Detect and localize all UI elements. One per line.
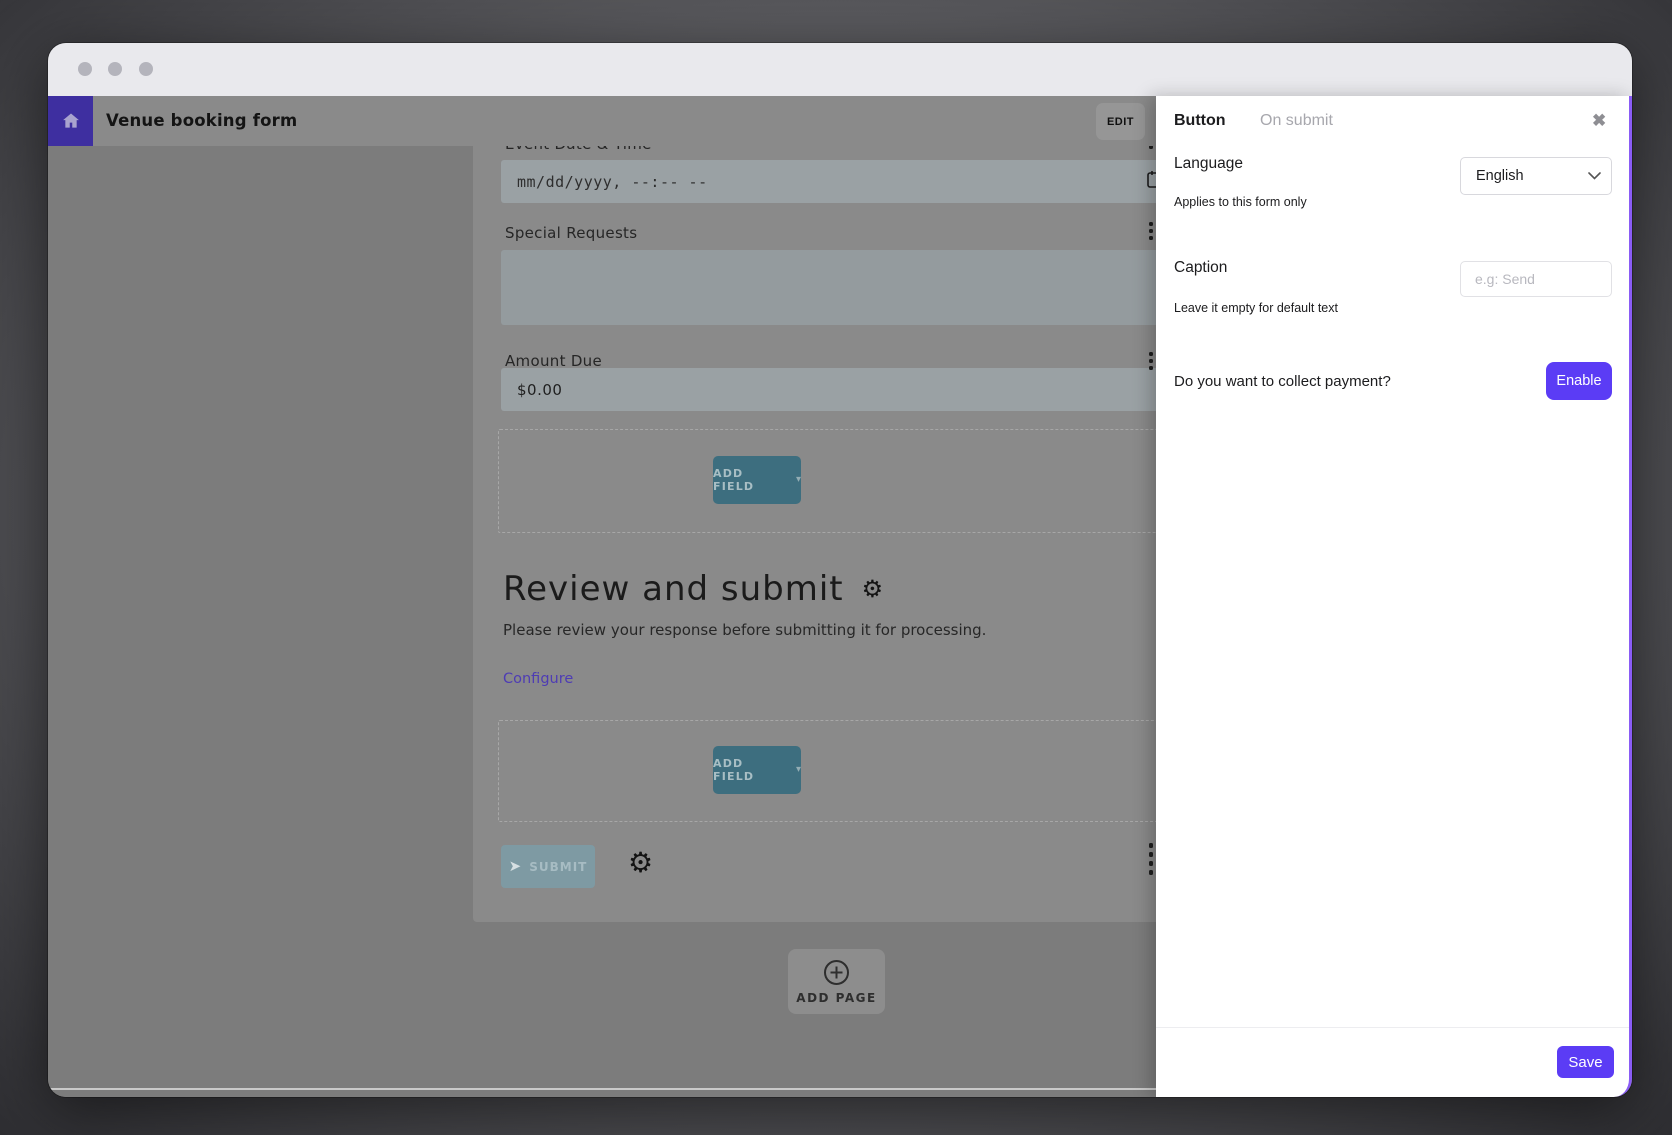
- tab-on-submit[interactable]: On submit: [1260, 112, 1333, 130]
- add-page-label: ADD PAGE: [796, 991, 876, 1005]
- add-field-dropzone: [498, 720, 1182, 822]
- datetime-input[interactable]: mm/dd/yyyy, --:-- --: [501, 160, 1180, 203]
- add-field-dropzone: [498, 429, 1182, 533]
- section-heading-row: Review and submit ⚙: [503, 569, 884, 609]
- amount-due-value: $0.00: [517, 381, 562, 399]
- send-icon: ➤: [509, 859, 522, 874]
- submit-label: SUBMIT: [529, 860, 587, 874]
- caption-help: Leave it empty for default text: [1174, 301, 1338, 315]
- section-description: Please review your response before submi…: [503, 621, 986, 639]
- page-bottom-edge: [48, 1088, 1156, 1090]
- add-field-label: ADD FIELD: [713, 467, 787, 493]
- panel-footer-divider: [1156, 1027, 1629, 1028]
- tab-button[interactable]: Button: [1174, 112, 1226, 130]
- field-label: Special Requests: [505, 224, 637, 242]
- home-icon: [61, 111, 81, 131]
- enable-payment-button[interactable]: Enable: [1546, 362, 1612, 400]
- form-title: Venue booking form: [106, 96, 297, 146]
- save-button[interactable]: Save: [1557, 1046, 1614, 1078]
- language-label: Language: [1174, 155, 1243, 173]
- language-help: Applies to this form only: [1174, 195, 1307, 209]
- caption-label: Caption: [1174, 259, 1227, 277]
- gear-icon[interactable]: ⚙: [862, 577, 885, 601]
- window-control-dot[interactable]: [78, 62, 92, 76]
- app-window: Venue booking form EDIT Event Date & Tim…: [48, 43, 1632, 1097]
- caret-down-icon: ▾: [796, 765, 801, 775]
- gear-icon[interactable]: ⚙: [628, 849, 653, 877]
- amount-due-input[interactable]: $0.00: [501, 368, 1180, 411]
- add-field-label: ADD FIELD: [713, 757, 787, 783]
- caption-input[interactable]: [1460, 261, 1612, 297]
- collect-payment-label: Do you want to collect payment?: [1174, 373, 1391, 390]
- special-requests-textarea[interactable]: [501, 250, 1180, 325]
- add-page-button[interactable]: ADD PAGE: [788, 949, 885, 1014]
- chevron-down-icon: [1588, 172, 1601, 180]
- add-field-button[interactable]: ADD FIELD ▾: [713, 746, 801, 794]
- close-icon[interactable]: ✖: [1592, 111, 1606, 131]
- home-button[interactable]: [48, 96, 93, 146]
- language-value: English: [1476, 168, 1524, 184]
- window-control-dot[interactable]: [139, 62, 153, 76]
- browser-chrome-bar: [48, 43, 1632, 96]
- configure-link[interactable]: Configure: [503, 671, 573, 687]
- language-select[interactable]: English: [1460, 157, 1612, 195]
- button-settings-panel: [1156, 96, 1632, 1097]
- submit-button[interactable]: ➤ SUBMIT: [501, 845, 595, 888]
- datetime-value: mm/dd/yyyy, --:-- --: [517, 173, 708, 191]
- window-control-dot[interactable]: [108, 62, 122, 76]
- edit-tab[interactable]: EDIT: [1096, 103, 1145, 140]
- add-field-button[interactable]: ADD FIELD ▾: [713, 456, 801, 504]
- section-heading: Review and submit: [503, 569, 844, 609]
- plus-circle-icon: [823, 959, 850, 986]
- caret-down-icon: ▾: [796, 475, 801, 485]
